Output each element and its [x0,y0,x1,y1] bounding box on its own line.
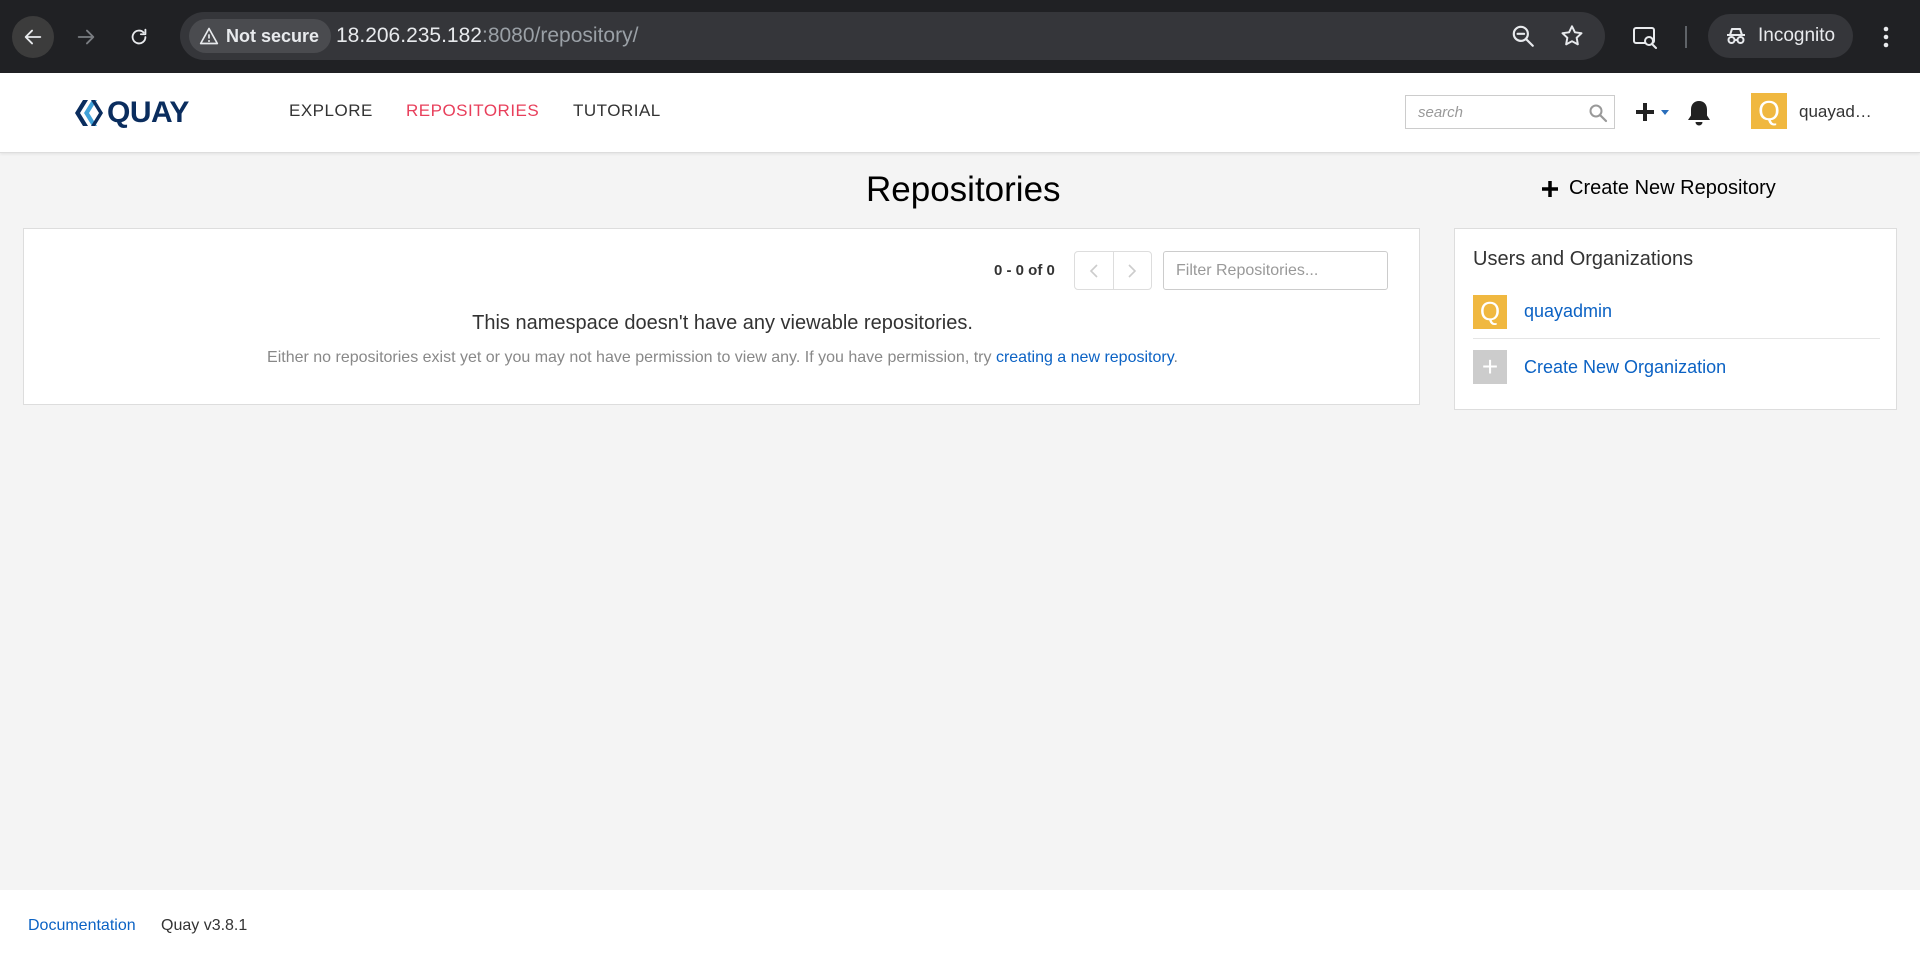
avatar: Q [1473,294,1507,329]
nav-repositories[interactable]: REPOSITORIES [406,101,539,121]
address-bar[interactable]: Not secure 18.206.235.182:8080/repositor… [180,12,1605,60]
create-repository-link[interactable]: creating a new repository [996,349,1174,366]
bookmark-star-icon[interactable] [1559,23,1585,49]
back-button[interactable] [12,16,54,58]
reload-button[interactable] [118,16,160,58]
warning-triangle-icon [199,27,219,45]
empty-desc-prefix: Either no repositories exist yet or you … [267,349,996,366]
users-organizations-panel: Users and Organizations Q quayadmin + Cr… [1454,228,1897,410]
pagination-count: 0 - 0 of 0 [994,262,1055,279]
page-title: Repositories [866,170,1061,209]
browser-chrome: Not secure 18.206.235.182:8080/repositor… [0,0,1920,73]
cast-icon[interactable] [1632,24,1658,50]
nav-explore[interactable]: EXPLORE [289,101,373,121]
bell-icon[interactable] [1685,98,1713,128]
kebab-menu-icon[interactable] [1873,22,1899,52]
back-arrow-icon [24,29,42,45]
plus-icon: + [1473,350,1507,384]
create-organization-link[interactable]: Create New Organization [1524,357,1726,378]
version-label: Quay v3.8.1 [161,917,248,934]
header-search [1405,95,1615,129]
quay-logo-icon [75,100,103,126]
app-header: QUAY EXPLORE REPOSITORIES TUTORIAL Q qua… [0,73,1920,153]
caret-down-icon [1661,110,1669,115]
namespace-row-user: Q quayadmin [1473,285,1880,339]
security-label: Not secure [226,25,320,46]
search-icon[interactable] [1588,103,1608,123]
incognito-icon [1727,28,1745,44]
logo-text: QUAY [107,96,189,129]
documentation-link[interactable]: Documentation [28,917,136,935]
url-text[interactable]: 18.206.235.182:8080/repository/ [336,24,638,48]
create-new-repository-button[interactable]: Create New Repository [1541,177,1776,200]
incognito-profile-button[interactable]: Incognito [1708,14,1853,58]
nav-tutorial[interactable]: TUTORIAL [573,101,661,121]
reload-icon [131,28,147,45]
zoom-out-icon[interactable] [1510,23,1536,49]
previous-page-button[interactable] [1075,252,1113,289]
empty-desc-suffix: . [1173,349,1178,366]
forward-button[interactable] [65,16,107,58]
chevron-right-icon [1128,263,1137,278]
plus-icon [1636,103,1654,121]
user-namespace-link[interactable]: quayadmin [1524,301,1612,322]
repositories-panel: 0 - 0 of 0 This namespace doesn't have a… [23,228,1420,405]
avatar[interactable]: Q [1751,93,1787,129]
create-menu-button[interactable] [1633,100,1670,124]
footer: Documentation Quay v3.8.1 [0,890,1920,961]
pagination-buttons [1074,251,1152,290]
toolbar-divider [1685,26,1687,48]
url-path: :8080/repository/ [481,24,639,47]
quay-logo[interactable]: QUAY [73,93,189,133]
url-host: 18.206.235.182 [336,24,482,47]
plus-icon [1542,180,1558,197]
forward-arrow-icon [77,29,95,45]
chevron-left-icon [1089,263,1098,278]
panel-title: Users and Organizations [1473,248,1694,270]
empty-state-title: This namespace doesn't have any viewable… [472,312,973,334]
next-page-button[interactable] [1112,252,1152,289]
filter-repositories-input[interactable] [1163,251,1388,290]
search-input[interactable] [1406,96,1576,128]
create-repository-label: Create New Repository [1569,177,1776,199]
user-menu[interactable]: quayad… [1799,102,1872,122]
security-indicator[interactable]: Not secure [189,19,332,53]
create-organization-row: + Create New Organization [1473,340,1880,394]
incognito-label: Incognito [1758,25,1836,46]
empty-state-description: Either no repositories exist yet or you … [24,349,1421,367]
